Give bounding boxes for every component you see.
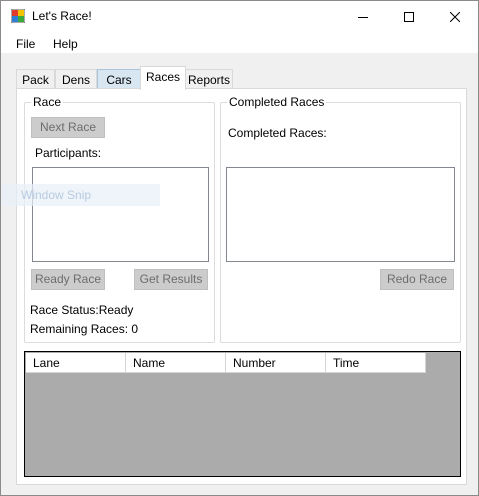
completed-races-legend: Completed Races — [227, 95, 327, 109]
race-group-legend: Race — [31, 95, 64, 109]
menu-help[interactable]: Help — [53, 37, 78, 51]
app-window: Let's Race! File Help Pack Dens Cars Rac… — [0, 0, 479, 496]
completed-races-list[interactable] — [226, 167, 455, 262]
column-header-number[interactable]: Number — [226, 353, 326, 373]
get-results-button[interactable]: Get Results — [134, 269, 208, 290]
participants-label: Participants: — [35, 146, 102, 160]
race-status-label: Race Status:Ready — [30, 303, 134, 317]
maximize-button[interactable] — [386, 1, 432, 32]
tab-reports[interactable]: Reports — [185, 69, 233, 89]
completed-races-group: Completed Races Completed Races: Redo Ra… — [220, 95, 461, 343]
tab-races[interactable]: Races — [140, 66, 186, 90]
ready-race-button[interactable]: Ready Race — [31, 269, 105, 290]
column-header-lane[interactable]: Lane — [26, 353, 126, 373]
close-icon — [450, 11, 460, 22]
close-button[interactable] — [432, 1, 478, 32]
tab-dens[interactable]: Dens — [55, 69, 97, 89]
menu-bar: File Help — [1, 32, 478, 54]
participants-list[interactable] — [32, 167, 209, 262]
grid-header: Lane Name Number Time — [26, 353, 426, 373]
minimize-icon — [358, 16, 368, 18]
completed-races-label: Completed Races: — [228, 126, 327, 140]
minimize-button[interactable] — [340, 1, 386, 32]
window-title: Let's Race! — [32, 9, 92, 23]
window-snip-text: Window Snip — [21, 188, 92, 202]
lanes-grid[interactable]: Lane Name Number Time — [24, 351, 461, 477]
menu-file[interactable]: File — [16, 37, 35, 51]
remaining-races-label: Remaining Races: 0 — [30, 322, 139, 336]
app-icon — [11, 9, 25, 23]
column-header-name[interactable]: Name — [126, 353, 226, 373]
race-group: Race Next Race Participants: Ready Race … — [24, 95, 215, 343]
maximize-icon — [404, 11, 414, 22]
next-race-button[interactable]: Next Race — [31, 117, 105, 138]
column-header-time[interactable]: Time — [326, 353, 426, 373]
window-snip-overlay: Window Snip — [1, 184, 160, 206]
races-tab-panel: Race Next Race Participants: Ready Race … — [16, 88, 467, 485]
tab-pack[interactable]: Pack — [16, 69, 55, 89]
tab-cars[interactable]: Cars — [97, 69, 141, 89]
redo-race-button[interactable]: Redo Race — [380, 269, 454, 290]
title-bar[interactable]: Let's Race! — [1, 1, 478, 32]
